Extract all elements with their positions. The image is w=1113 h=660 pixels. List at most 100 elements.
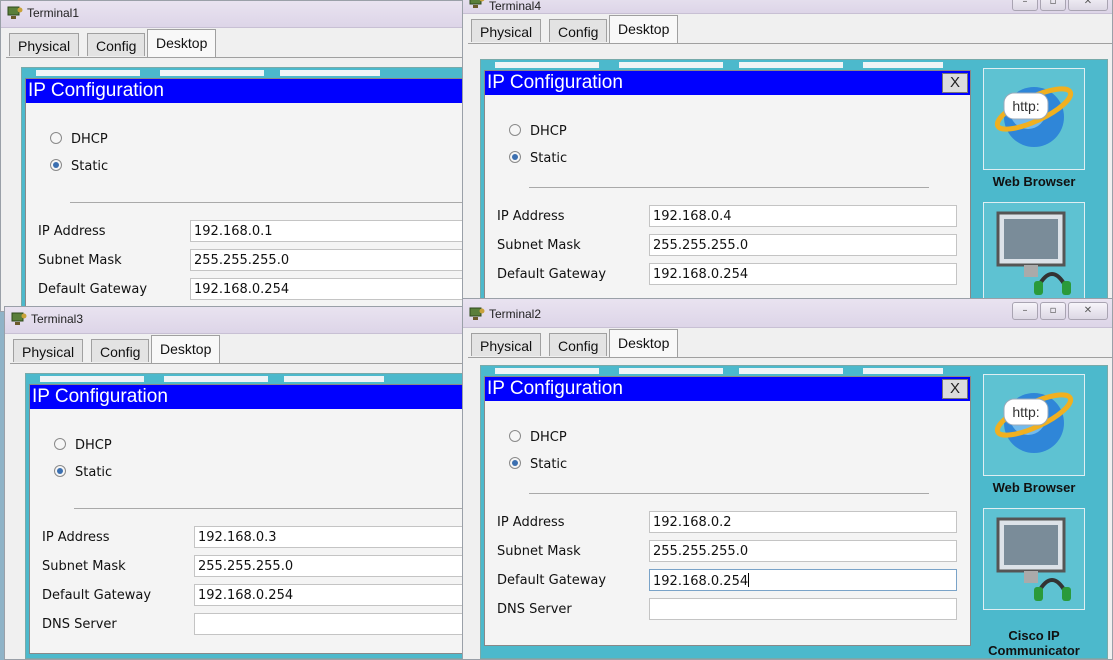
title-bar[interactable]: Terminal1 (1, 1, 469, 28)
radio-button[interactable] (509, 457, 521, 469)
subnet-mask-input[interactable]: 255.255.255.0 (649, 540, 957, 562)
tab-config[interactable]: Config (549, 333, 608, 356)
desktop-area: IP Configuration X DHCP Static IP Addres… (480, 365, 1108, 659)
subnet-mask-input[interactable]: 255.255.255.0 (649, 234, 957, 256)
close-icon[interactable]: ✕ (1068, 0, 1108, 11)
desktop-strip (36, 70, 140, 76)
ip-address-input[interactable]: 192.168.0.3 (194, 526, 469, 548)
desktop-area: IP Configuration X DHCP Static IP Addres… (480, 59, 1108, 301)
dhcp-radio[interactable]: DHCP (54, 438, 112, 453)
subnet-mask-label: Subnet Mask (497, 238, 581, 253)
radio-button[interactable] (509, 151, 521, 163)
dhcp-radio[interactable]: DHCP (509, 124, 567, 139)
dns-server-label: DNS Server (497, 602, 572, 617)
default-gateway-input[interactable]: 192.168.0.254 (649, 569, 957, 591)
ip-configuration-panel: IP Configuration X DHCP Static IP Addres… (484, 376, 971, 646)
radio-button[interactable] (509, 124, 521, 136)
maximize-icon[interactable]: ▫ (1040, 0, 1066, 11)
default-gateway-input[interactable]: 192.168.0.254 (194, 584, 469, 606)
tab-physical[interactable]: Physical (9, 33, 80, 56)
tab-config[interactable]: Config (87, 33, 146, 56)
dns-server-input[interactable] (194, 613, 469, 635)
default-gateway-input[interactable]: 192.168.0.254 (190, 278, 469, 300)
subnet-mask-input[interactable]: 255.255.255.0 (194, 555, 469, 577)
ip-configuration-panel: IP Configuration DHCP Static IP Address … (25, 78, 469, 311)
window-controls: – ▫ ✕ (1012, 302, 1108, 320)
maximize-icon[interactable]: ▫ (1040, 302, 1066, 320)
ip-address-input[interactable]: 192.168.0.4 (649, 205, 957, 227)
default-gateway-label: Default Gateway (497, 573, 607, 588)
default-gateway-input[interactable]: 192.168.0.254 (649, 263, 957, 285)
tab-physical[interactable]: Physical (471, 333, 542, 356)
ip-communicator-monitor-headset-icon (996, 211, 1071, 295)
radio-button[interactable] (50, 132, 62, 144)
ip-communicator-tile[interactable] (983, 508, 1085, 610)
close-panel-button[interactable]: X (942, 73, 968, 93)
text-caret (748, 573, 750, 587)
desktop-strip (280, 70, 380, 76)
tab-desktop[interactable]: Desktop (609, 329, 679, 357)
static-radio[interactable]: Static (509, 457, 567, 472)
desktop-area: IP Configuration DHCP Static IP Address … (21, 67, 469, 311)
web-browser-tile[interactable]: http: (983, 374, 1085, 476)
web-browser-label: Web Browser (992, 174, 1076, 189)
window-title: Terminal1 (27, 6, 80, 20)
static-radio[interactable]: Static (54, 465, 112, 480)
desktop-strip (495, 62, 599, 68)
packet-tracer-pc-icon (11, 312, 27, 325)
desktop-strip (160, 70, 264, 76)
ip-address-input[interactable]: 192.168.0.1 (190, 220, 469, 242)
tab-bar: Physical Config Desktop (468, 15, 1112, 44)
dhcp-radio[interactable]: DHCP (509, 430, 567, 445)
static-label: Static (75, 465, 113, 480)
dhcp-radio[interactable]: DHCP (50, 132, 108, 147)
ip-configuration-title: IP Configuration (485, 377, 970, 401)
close-panel-button[interactable]: X (942, 379, 968, 399)
tab-physical[interactable]: Physical (471, 19, 542, 42)
radio-button[interactable] (509, 430, 521, 442)
packet-tracer-pc-icon (469, 307, 485, 320)
tab-config[interactable]: Config (549, 19, 608, 42)
ip-communicator-tile[interactable] (983, 202, 1085, 301)
window-terminal1: Terminal1 Physical Config Desktop IP Con… (0, 0, 470, 312)
title-bar[interactable]: Terminal2 – ▫ ✕ (463, 299, 1112, 328)
subnet-mask-input[interactable]: 255.255.255.0 (190, 249, 469, 271)
dns-server-input[interactable] (649, 598, 957, 620)
window-title: Terminal3 (31, 312, 84, 326)
static-label: Static (530, 151, 568, 166)
tab-config[interactable]: Config (91, 339, 150, 362)
ip-address-input[interactable]: 192.168.0.2 (649, 511, 957, 533)
tab-desktop[interactable]: Desktop (151, 335, 221, 363)
close-icon[interactable]: ✕ (1068, 302, 1108, 320)
default-gateway-label: Default Gateway (497, 267, 607, 282)
web-browser-globe-icon: http: (994, 86, 1074, 147)
radio-button[interactable] (54, 438, 66, 450)
radio-button[interactable] (54, 465, 66, 477)
window-controls: – ▫ ✕ (1012, 0, 1108, 11)
minimize-icon[interactable]: – (1012, 0, 1038, 11)
http-text: http: (1012, 404, 1039, 420)
separator (70, 202, 469, 203)
title-bar[interactable]: Terminal3 (5, 307, 469, 334)
web-browser-globe-icon: http: (994, 392, 1074, 453)
ip-address-label: IP Address (38, 224, 106, 239)
desktop-strip (619, 62, 723, 68)
ip-configuration-panel: IP Configuration DHCP Static IP Address … (29, 384, 469, 654)
ip-address-label: IP Address (497, 209, 565, 224)
dhcp-label: DHCP (530, 430, 567, 445)
separator (74, 508, 469, 509)
static-radio[interactable]: Static (509, 151, 567, 166)
tab-physical[interactable]: Physical (13, 339, 84, 362)
dns-server-label: DNS Server (42, 617, 117, 632)
default-gateway-label: Default Gateway (38, 282, 148, 297)
minimize-icon[interactable]: – (1012, 302, 1038, 320)
web-browser-tile[interactable]: http: (983, 68, 1085, 170)
tab-desktop[interactable]: Desktop (609, 15, 679, 43)
default-gateway-value: 192.168.0.254 (653, 574, 749, 589)
tab-desktop[interactable]: Desktop (147, 29, 217, 57)
title-bar[interactable]: Terminal4 – ▫ ✕ (463, 0, 1112, 14)
static-radio[interactable]: Static (50, 159, 108, 174)
subnet-mask-label: Subnet Mask (38, 253, 122, 268)
radio-button[interactable] (50, 159, 62, 171)
http-text: http: (1012, 98, 1039, 114)
